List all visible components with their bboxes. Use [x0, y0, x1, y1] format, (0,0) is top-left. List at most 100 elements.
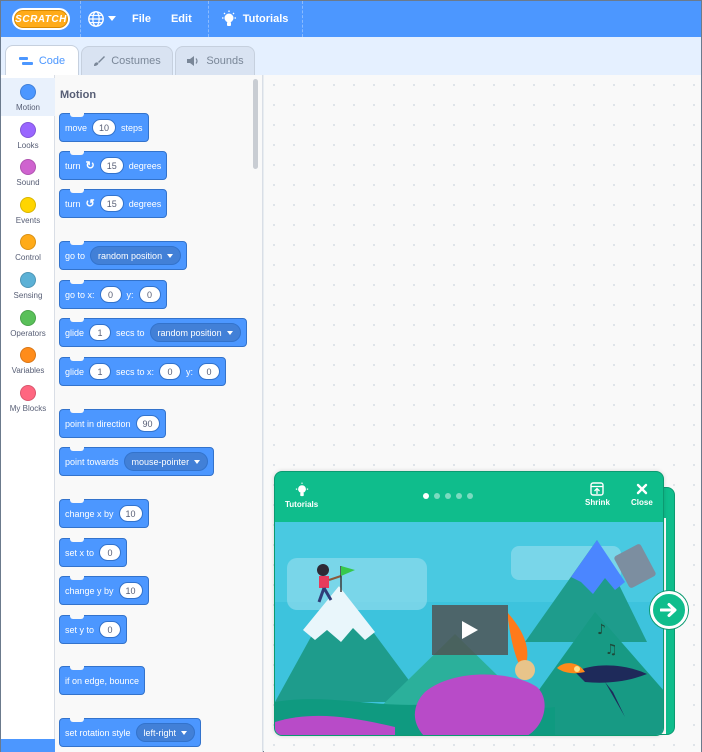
category-dot	[20, 234, 36, 250]
block-glide-xy[interactable]: glide 1 secs to x: 0 y: 0	[59, 357, 227, 386]
shrink-button[interactable]: Shrink	[585, 482, 610, 507]
block-go-to[interactable]: go to random position	[59, 241, 188, 270]
block-input[interactable]: 15	[99, 157, 124, 174]
tutorials-library-button[interactable]: Tutorials	[285, 482, 318, 509]
block-turn-right[interactable]: turn ↻ 15 degrees	[59, 151, 168, 180]
category-sound[interactable]: Sound	[1, 153, 55, 191]
globe-icon	[88, 11, 104, 27]
block-input[interactable]: 0	[198, 363, 221, 380]
block-input[interactable]: 0	[99, 286, 122, 303]
block-input[interactable]: 0	[99, 544, 122, 561]
tab-code-label: Code	[38, 54, 66, 67]
category-events[interactable]: Events	[1, 191, 55, 229]
palette-scrollbar[interactable]	[253, 79, 258, 169]
scratch-logo[interactable]: SCRATCH	[12, 8, 70, 30]
block-text: change y by	[65, 585, 114, 596]
category-label: Looks	[17, 141, 39, 150]
tab-sounds[interactable]: Sounds	[175, 46, 255, 75]
block-text: go to	[65, 250, 86, 261]
block-edge-bounce[interactable]: if on edge, bounce	[59, 666, 146, 695]
category-dot	[20, 84, 36, 100]
category-label: Variables	[11, 366, 45, 375]
dropdown-value: random position	[157, 327, 222, 338]
close-button[interactable]: Close	[631, 482, 653, 507]
block-glide-to[interactable]: glide 1 secs to random position	[59, 318, 247, 347]
block-input[interactable]: 0	[159, 363, 182, 380]
block-text: move	[65, 122, 88, 133]
speaker-icon	[187, 56, 198, 66]
block-dropdown[interactable]: left-right	[135, 723, 196, 742]
category-dot	[20, 347, 36, 363]
block-input[interactable]: 10	[118, 505, 143, 522]
category-control[interactable]: Control	[1, 228, 55, 266]
tutorials-library-label: Tutorials	[285, 500, 319, 509]
category-sensing[interactable]: Sensing	[1, 266, 55, 304]
block-input[interactable]: 0	[99, 621, 122, 638]
block-move-steps[interactable]: move 10 steps	[59, 113, 149, 142]
category-looks[interactable]: Looks	[1, 116, 55, 154]
block-text: turn	[65, 198, 81, 209]
language-menu-button[interactable]	[81, 1, 122, 37]
block-dropdown[interactable]: random position	[90, 246, 182, 265]
step-indicator	[423, 493, 473, 499]
add-extension-button[interactable]	[1, 739, 55, 752]
file-menu[interactable]: File	[122, 1, 161, 37]
block-text: y:	[186, 366, 194, 377]
dropdown-value: random position	[98, 250, 163, 261]
block-text: glide	[65, 327, 85, 338]
tab-costumes[interactable]: Costumes	[81, 46, 173, 75]
category-dot	[20, 310, 36, 326]
block-turn-left[interactable]: turn ↺ 15 degrees	[59, 189, 168, 218]
step-dot[interactable]	[434, 493, 440, 499]
category-dot	[20, 272, 36, 288]
block-input[interactable]: 1	[89, 363, 112, 380]
tutorial-video-thumbnail[interactable]: ♪ ♫	[275, 522, 663, 735]
step-dot[interactable]	[445, 493, 451, 499]
lightbulb-icon	[221, 10, 236, 26]
block-text: turn	[65, 160, 81, 171]
edit-menu[interactable]: Edit	[161, 1, 202, 37]
tutorials-menu-button[interactable]: Tutorials	[209, 1, 304, 37]
block-rotation-style[interactable]: set rotation style left-right	[59, 718, 202, 747]
block-input[interactable]: 90	[135, 415, 160, 432]
block-go-to-xy[interactable]: go to x: 0 y: 0	[59, 280, 167, 309]
block-input[interactable]: 10	[92, 119, 117, 136]
block-input[interactable]: 0	[138, 286, 161, 303]
category-my-blocks[interactable]: My Blocks	[1, 379, 55, 417]
tab-costumes-label: Costumes	[111, 55, 161, 67]
block-input[interactable]: 15	[99, 195, 124, 212]
block-point-direction[interactable]: point in direction 90	[59, 409, 166, 438]
category-motion[interactable]: Motion	[1, 78, 55, 116]
caret-down-icon	[181, 730, 188, 735]
step-dot[interactable]	[467, 493, 473, 499]
tab-code[interactable]: Code	[5, 45, 79, 75]
category-label: Sound	[16, 178, 40, 187]
category-variables[interactable]: Variables	[1, 341, 55, 379]
step-dot[interactable]	[456, 493, 462, 499]
next-step-button[interactable]	[650, 591, 688, 629]
block-dropdown[interactable]: mouse-pointer	[123, 452, 209, 471]
block-input[interactable]: 10	[118, 582, 143, 599]
arrow-right-icon	[660, 603, 677, 617]
block-text: secs to x:	[116, 366, 155, 377]
step-dot[interactable]	[423, 493, 429, 499]
menu-bar: SCRATCH File Edit Tutorials	[1, 1, 701, 37]
category-operators[interactable]: Operators	[1, 304, 55, 342]
block-text: set x to	[65, 547, 95, 558]
block-text: glide	[65, 366, 85, 377]
rotate-right-icon: ↻	[85, 160, 95, 172]
tutorial-card-header: Tutorials Shrink Close	[275, 472, 663, 522]
block-dropdown[interactable]: random position	[149, 323, 241, 342]
block-text: degrees	[128, 198, 162, 209]
shrink-icon	[590, 482, 605, 496]
play-video-button[interactable]	[432, 605, 508, 655]
block-set-x[interactable]: set x to 0	[59, 538, 128, 567]
category-label: My Blocks	[9, 404, 47, 413]
block-change-x[interactable]: change x by 10	[59, 499, 149, 528]
block-point-towards[interactable]: point towards mouse-pointer	[59, 447, 215, 476]
block-set-y[interactable]: set y to 0	[59, 615, 128, 644]
block-input[interactable]: 1	[89, 324, 112, 341]
block-text: point towards	[65, 456, 119, 467]
block-change-y[interactable]: change y by 10	[59, 576, 149, 605]
category-label: Events	[15, 216, 41, 225]
